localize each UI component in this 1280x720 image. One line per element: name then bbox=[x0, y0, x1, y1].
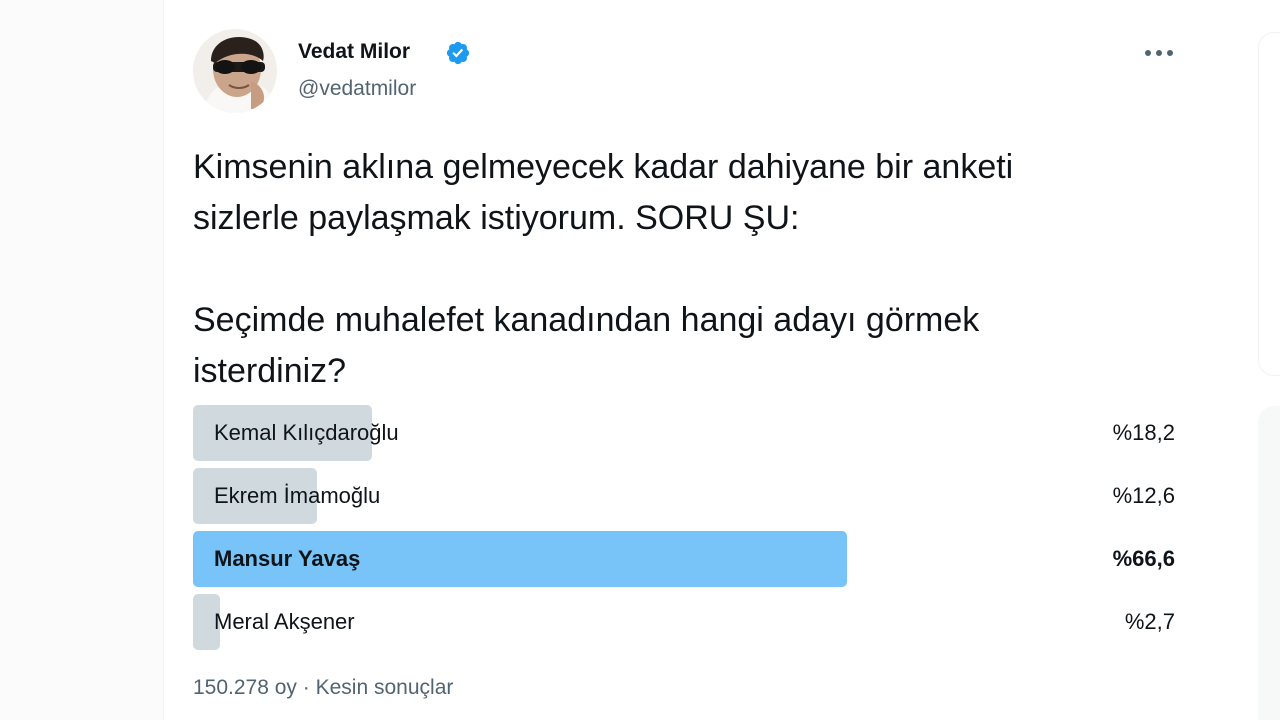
poll-footer-separator: · bbox=[302, 676, 310, 699]
verified-badge-icon bbox=[446, 41, 470, 65]
more-horizontal-icon[interactable] bbox=[1142, 38, 1176, 68]
poll-option-label: Mansur Yavaş bbox=[214, 546, 361, 571]
poll: Kemal Kılıçdaroğlu %18,2 Ekrem İmamoğlu … bbox=[193, 404, 1175, 656]
poll-option-label: Kemal Kılıçdaroğlu bbox=[214, 420, 399, 445]
right-trends-card bbox=[1258, 406, 1280, 720]
right-search-card bbox=[1258, 32, 1280, 376]
left-sidebar-area bbox=[0, 0, 163, 720]
poll-option: Mansur Yavaş %66,6 bbox=[193, 530, 1175, 588]
poll-option: Kemal Kılıçdaroğlu %18,2 bbox=[193, 404, 1175, 462]
tweet-text: Kimsenin aklına gelmeyecek kadar dahiyan… bbox=[193, 148, 1014, 390]
author-handle[interactable]: @vedatmilor bbox=[298, 77, 416, 101]
author-name[interactable]: Vedat Milor bbox=[298, 40, 410, 64]
poll-option-percent: %18,2 bbox=[1112, 420, 1175, 445]
poll-option: Meral Akşener %2,7 bbox=[193, 593, 1175, 651]
tweet-page: Vedat Milor @vedatmilor Kimsenin aklına … bbox=[0, 0, 1280, 720]
poll-footer: 150.278 oy · Kesin sonuçlar bbox=[193, 676, 453, 700]
poll-status: Kesin sonuçlar bbox=[315, 676, 454, 699]
poll-option-percent: %2,7 bbox=[1124, 609, 1175, 634]
avatar-image bbox=[193, 29, 277, 113]
poll-vote-count: 150.278 oy bbox=[193, 676, 297, 699]
poll-option: Ekrem İmamoğlu %12,6 bbox=[193, 467, 1175, 525]
poll-option-percent: %66,6 bbox=[1112, 546, 1175, 571]
poll-option-percent: %12,6 bbox=[1112, 483, 1175, 508]
poll-option-label: Ekrem İmamoğlu bbox=[214, 483, 381, 508]
poll-option-label: Meral Akşener bbox=[214, 609, 355, 634]
avatar[interactable] bbox=[193, 29, 277, 113]
